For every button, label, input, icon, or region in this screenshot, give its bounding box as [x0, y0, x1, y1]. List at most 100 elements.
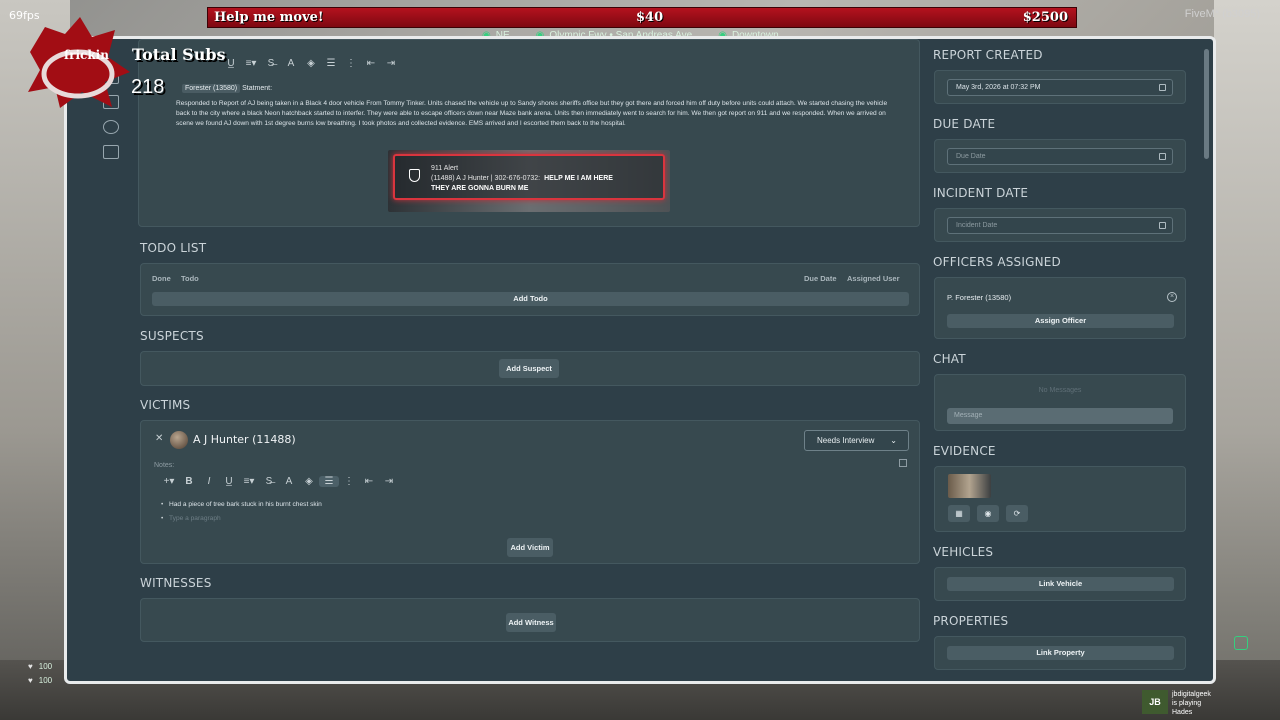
victim-avatar: [170, 431, 188, 449]
incident-date-heading: INCIDENT DATE: [933, 186, 1029, 200]
camera-icon[interactable]: ◉: [977, 505, 999, 522]
underline-icon[interactable]: U̲: [219, 476, 239, 487]
align-icon[interactable]: ≡▾: [239, 476, 259, 487]
shield-icon: ♥: [28, 676, 33, 685]
add-todo-button[interactable]: Add Todo: [152, 292, 909, 306]
todo-col-user: Assigned User: [847, 274, 900, 283]
bold-icon[interactable]: B: [179, 476, 199, 487]
bullet-list-icon[interactable]: ☰: [321, 58, 341, 69]
hud-status-icon: [1234, 636, 1248, 650]
due-date-field[interactable]: Due Date: [947, 148, 1173, 165]
editor-toolbar: U̲ ≡▾ S̶ A ◈ ☰ ⋮ ⇤ ⇥: [221, 58, 401, 69]
nav-clipboard-icon[interactable]: [103, 145, 119, 159]
todo-col-todo: Todo: [181, 274, 199, 283]
incident-date-card: Incident Date: [934, 208, 1186, 242]
vehicles-heading: VEHICLES: [933, 545, 994, 559]
todo-col-due: Due Date: [804, 274, 837, 283]
vehicles-card: Link Vehicle: [934, 567, 1186, 601]
statement-text[interactable]: Responded to Report of AJ being taken in…: [176, 99, 896, 129]
evidence-photo[interactable]: [948, 474, 991, 498]
victim-card: ✕ A J Hunter (11488) Needs Interview ⌄ No…: [140, 420, 920, 564]
indent-icon[interactable]: ⇥: [379, 476, 399, 487]
assign-officer-button[interactable]: Assign Officer: [947, 314, 1174, 328]
alert-box: 911 Alert (11488) A J Hunter | 302-676-0…: [393, 154, 665, 200]
strikethrough-icon[interactable]: S̶: [261, 58, 281, 69]
properties-heading: PROPERTIES: [933, 614, 1009, 628]
report-main: U̲ ≡▾ S̶ A ◈ ☰ ⋮ ⇤ ⇥ Forester (13580) St…: [138, 39, 924, 681]
alert-caller: (11488) A J Hunter | 302-676-0732: HELP M…: [431, 175, 613, 182]
statement-card: U̲ ≡▾ S̶ A ◈ ☰ ⋮ ⇤ ⇥ Forester (13580) St…: [138, 39, 920, 227]
incident-date-field[interactable]: Incident Date: [947, 217, 1173, 234]
viewer-badge: JB: [1142, 690, 1168, 714]
notes-label: Notes:: [154, 462, 175, 469]
numbered-list-icon[interactable]: ⋮: [339, 476, 359, 487]
remove-victim-icon[interactable]: ✕: [155, 433, 163, 444]
text-color-icon[interactable]: A: [279, 476, 299, 487]
calendar-icon: [1159, 222, 1166, 229]
add-suspect-button[interactable]: Add Suspect: [499, 359, 559, 378]
italic-icon[interactable]: I: [199, 476, 219, 487]
report-created-heading: REPORT CREATED: [933, 48, 1043, 62]
text-color-icon[interactable]: A: [281, 58, 301, 69]
note-placeholder[interactable]: Type a paragraph: [161, 515, 221, 522]
armor-readout: ♥ 100: [28, 676, 53, 685]
game-world-right: [1214, 0, 1280, 720]
due-date-card: Due Date: [934, 139, 1186, 173]
alert-screenshot[interactable]: 911 Alert (11488) A J Hunter | 302-676-0…: [388, 150, 670, 212]
victim-status-select[interactable]: Needs Interview ⌄: [804, 430, 909, 451]
report-created-field[interactable]: May 3rd, 2026 at 07:32 PM: [947, 79, 1173, 96]
chevron-down-icon: ⌄: [890, 436, 897, 445]
todo-card: Done Todo Due Date Assigned User Add Tod…: [140, 263, 920, 316]
todo-col-done: Done: [152, 274, 171, 283]
gallery-icon[interactable]: ▦: [948, 505, 970, 522]
officers-heading: OFFICERS ASSIGNED: [933, 255, 1061, 269]
link-property-button[interactable]: Link Property: [947, 646, 1174, 660]
chat-heading: CHAT: [933, 352, 966, 366]
evidence-card: ▦ ◉ ⟳: [934, 466, 1186, 532]
calendar-icon: [1159, 84, 1166, 91]
report-created-card: May 3rd, 2026 at 07:32 PM: [934, 70, 1186, 104]
subs-title: Total Subs: [132, 45, 226, 64]
bullet-list-icon[interactable]: ☰: [319, 476, 339, 487]
witnesses-heading: WITNESSES: [140, 576, 212, 590]
assigned-officer: P. Forester (13580): [947, 293, 1012, 302]
statement-officer: Forester (13580) Statment:: [182, 84, 273, 93]
scrollbar[interactable]: [1204, 49, 1209, 159]
chat-input[interactable]: Message: [947, 408, 1173, 424]
calendar-icon: [1159, 153, 1166, 160]
donation-goal-bar: Help me move! $40 $2500: [207, 7, 1077, 28]
officers-card: P. Forester (13580) × Assign Officer: [934, 277, 1186, 339]
align-icon[interactable]: ≡▾: [241, 58, 261, 69]
alert-title: 911 Alert: [431, 165, 459, 172]
donation-current: $40: [636, 10, 664, 25]
strikethrough-icon[interactable]: S̶: [259, 476, 279, 487]
donation-goal: $2500: [1022, 10, 1068, 25]
add-witness-button[interactable]: Add Witness: [506, 613, 556, 632]
highlight-icon[interactable]: ◈: [299, 476, 319, 487]
remove-officer-icon[interactable]: ×: [1167, 292, 1177, 302]
heart-icon: ♥: [28, 662, 33, 671]
insert-icon[interactable]: +▾: [159, 476, 179, 487]
add-victim-button[interactable]: Add Victim: [507, 538, 553, 557]
edit-icon[interactable]: [899, 459, 907, 467]
suspects-card: Add Suspect: [140, 351, 920, 386]
due-date-heading: DUE DATE: [933, 117, 996, 131]
streamer-logo: [28, 17, 130, 108]
note-bullet[interactable]: Had a piece of tree bark stuck in his bu…: [161, 501, 322, 508]
link-vehicle-button[interactable]: Link Vehicle: [947, 577, 1174, 591]
indent-icon[interactable]: ⇥: [381, 58, 401, 69]
nav-people-icon[interactable]: [103, 120, 119, 134]
statement-label: Statment:: [242, 85, 273, 92]
outdent-icon[interactable]: ⇤: [361, 58, 381, 69]
mdt-tablet: U̲ ≡▾ S̶ A ◈ ☰ ⋮ ⇤ ⇥ Forester (13580) St…: [64, 36, 1216, 684]
highlight-icon[interactable]: ◈: [301, 58, 321, 69]
refresh-icon[interactable]: ⟳: [1006, 505, 1028, 522]
victims-heading: VICTIMS: [140, 398, 191, 412]
numbered-list-icon[interactable]: ⋮: [341, 58, 361, 69]
shield-icon: [409, 169, 420, 182]
outdent-icon[interactable]: ⇤: [359, 476, 379, 487]
todo-heading: TODO LIST: [140, 241, 207, 255]
chat-card: No Messages Message: [934, 374, 1186, 431]
streamer-tag: frickin: [64, 48, 109, 62]
properties-card: Link Property: [934, 636, 1186, 670]
